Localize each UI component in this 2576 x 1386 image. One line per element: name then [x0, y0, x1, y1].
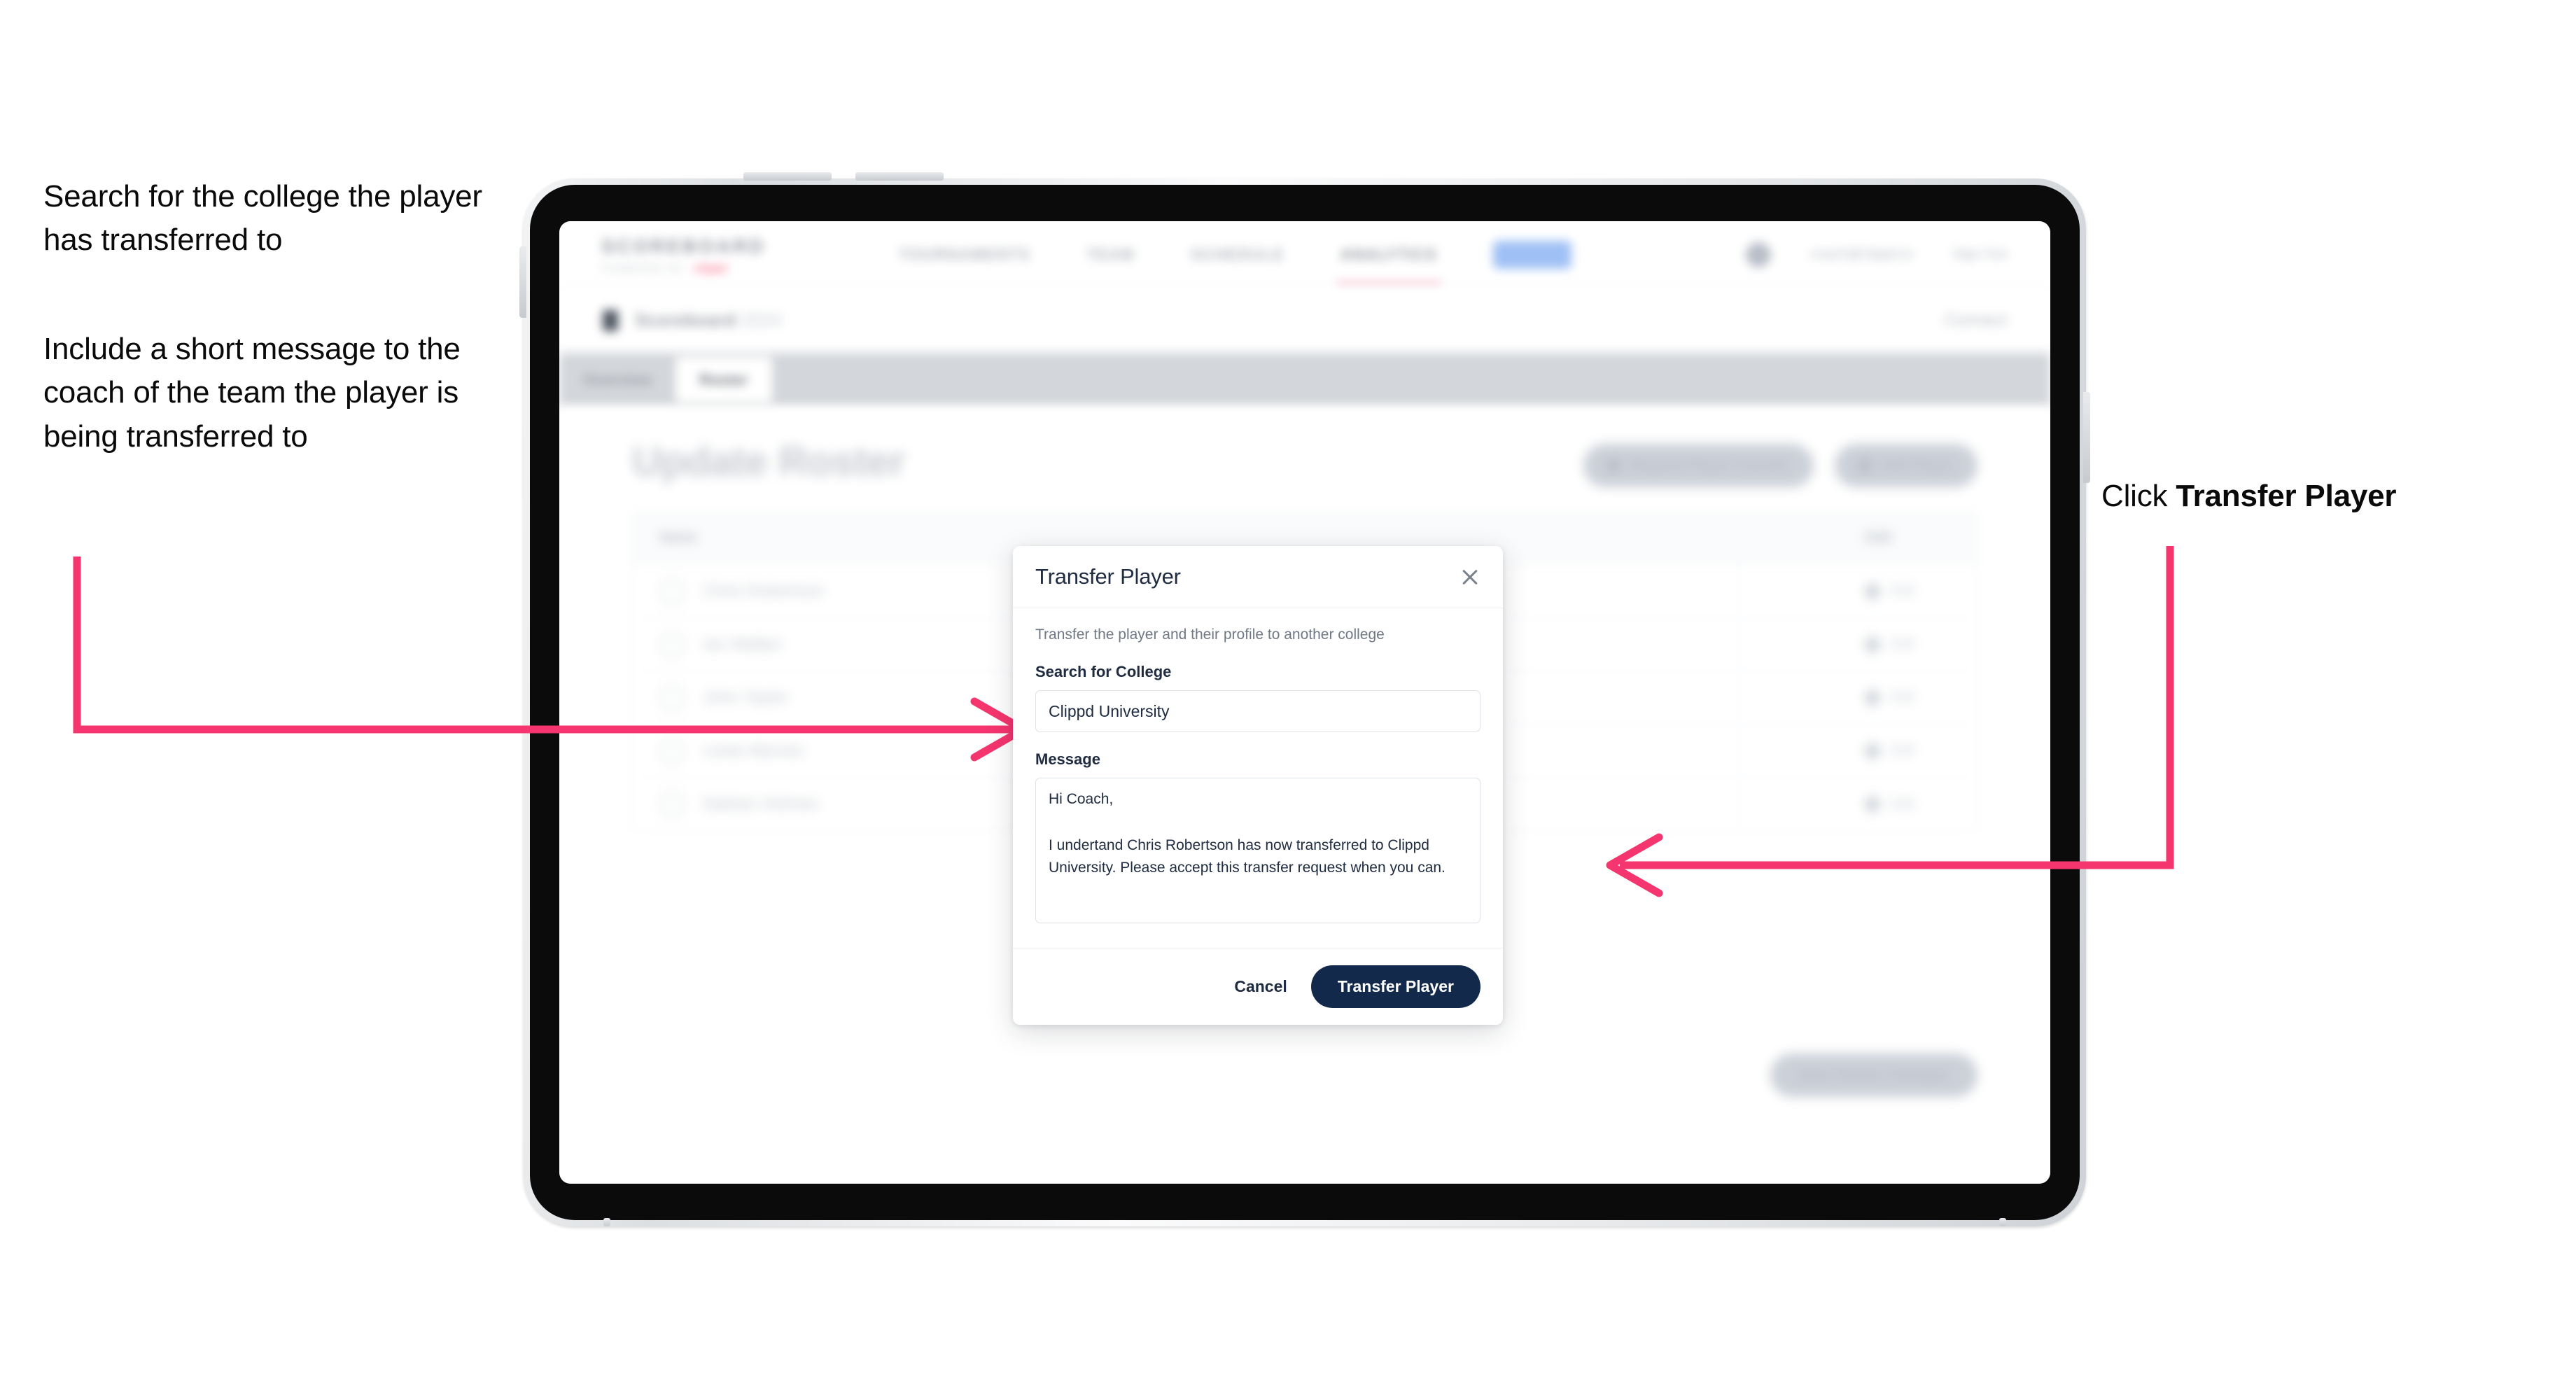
avatar [659, 578, 685, 604]
breadcrumb-action[interactable]: Connect [1945, 311, 2007, 330]
message-textarea[interactable] [1035, 778, 1480, 923]
player-name: Nathan Holmes [703, 794, 819, 813]
edit-label: Edit [1891, 583, 1915, 598]
breadcrumb-bar: Scoreboard 2024 Connect [559, 288, 2050, 353]
edit-label: Edit [1891, 690, 1915, 705]
sign-out-link[interactable]: Sign Out [1952, 246, 2007, 262]
edit-label: Edit [1891, 636, 1915, 652]
trophy-icon [603, 309, 618, 331]
brand-clippd: clippd [693, 262, 727, 274]
roster-edit-cell[interactable]: Edit [1739, 724, 1977, 777]
college-field-label: Search for College [1035, 663, 1172, 680]
edit-label: Edit [1891, 796, 1915, 812]
transfer-player-dialog: Transfer Player Transfer the player and … [1013, 546, 1503, 1025]
roster-edit-cell[interactable]: Edit [1739, 618, 1977, 671]
annotation-click-prefix: Click [2101, 479, 2176, 513]
pencil-icon [1862, 794, 1883, 815]
player-name: Lewis Barnes [703, 741, 804, 760]
close-icon[interactable] [1458, 565, 1482, 589]
user-email: coach@clippd.io [1810, 246, 1914, 262]
roster-edit-cell[interactable]: Edit [1739, 671, 1977, 724]
column-header-edit: Edit [1739, 512, 1977, 564]
screenshot-stage: Search for the college the player has tr… [0, 0, 2576, 1386]
edit-label: Edit [1891, 743, 1915, 758]
dialog-description: Transfer the player and their profile to… [1035, 626, 1385, 643]
annotation-include-message: Include a short message to the coach of … [43, 332, 461, 454]
nav-link-team[interactable]: TEAM [1086, 246, 1135, 264]
app-screen: SCOREBOARD POWERED BY clippd TOURNAMENTS… [559, 221, 2050, 1184]
device-power-button [855, 172, 944, 181]
annotation-click-transfer: Click Transfer Player [2101, 475, 2535, 518]
brand-subline: POWERED BY clippd [601, 262, 766, 274]
search-college-input[interactable] [1035, 690, 1480, 732]
tablet-device-frame: SCOREBOARD POWERED BY clippd TOURNAMENTS… [524, 178, 2086, 1226]
tab-roster[interactable]: Roster [675, 357, 772, 403]
transfer-icon [1606, 459, 1620, 472]
pencil-icon [1862, 634, 1883, 654]
player-name: Chris Robertson [703, 581, 825, 601]
nav-link-tournaments[interactable]: TOURNAMENTS [899, 246, 1030, 264]
save-roster-label: Save Roster Changes [1798, 1067, 1949, 1083]
request-transfer-label: Request Player Transfer [1629, 457, 1790, 473]
nav-link-roster[interactable] [1493, 240, 1572, 269]
breadcrumb-sub: 2024 [741, 309, 782, 330]
cancel-button[interactable]: Cancel [1234, 977, 1287, 996]
dialog-title: Transfer Player [1035, 564, 1181, 589]
brand-wordmark: SCOREBOARD [601, 235, 766, 257]
header-actions: Request Player Transfer Add Player [1583, 444, 1977, 487]
tab-bar: Overview Roster [559, 353, 2050, 407]
top-navigation-bar: SCOREBOARD POWERED BY clippd TOURNAMENTS… [559, 221, 2050, 288]
add-player-label: Add Player [1880, 457, 1954, 473]
device-side-button-left [519, 246, 526, 318]
page-title: Update Roster [632, 439, 905, 484]
brand-powered-by: POWERED BY [601, 262, 685, 274]
nav-link-schedule[interactable]: SCHEDULE [1191, 246, 1284, 264]
annotation-click-target: Transfer Player [2176, 479, 2397, 513]
breadcrumb-label: Scoreboard [635, 309, 736, 330]
avatar [659, 685, 685, 710]
device-bottom-notch-left [603, 1218, 610, 1226]
request-player-transfer-button[interactable]: Request Player Transfer [1583, 444, 1814, 487]
message-field-label: Message [1035, 750, 1100, 768]
pencil-icon [1862, 741, 1883, 761]
add-player-button[interactable]: Add Player [1834, 444, 1977, 487]
tablet-bezel: SCOREBOARD POWERED BY clippd TOURNAMENTS… [530, 185, 2080, 1220]
transfer-player-button[interactable]: Transfer Player [1310, 965, 1480, 1008]
device-bottom-notch-right [1999, 1218, 2006, 1226]
nav-links: TOURNAMENTS TEAM SCHEDULE ANALYTICS [899, 240, 1572, 286]
device-side-button-right [2083, 392, 2090, 483]
nav-link-analytics[interactable]: ANALYTICS [1336, 246, 1442, 286]
column-header-name: Name [659, 530, 698, 545]
avatar [659, 792, 685, 817]
save-roster-changes-button[interactable]: Save Roster Changes [1770, 1054, 1977, 1097]
avatar [659, 738, 685, 764]
breadcrumb: Scoreboard 2024 [635, 309, 782, 331]
nav-right-cluster: coach@clippd.io Sign Out [1746, 241, 2007, 267]
dialog-footer: Cancel Transfer Player [1013, 948, 1503, 1025]
annotation-search-college: Search for the college the player has tr… [43, 179, 482, 258]
roster-edit-cell[interactable]: Edit [1739, 565, 1977, 617]
pencil-icon [1862, 581, 1883, 601]
tab-overview[interactable]: Overview [559, 353, 676, 407]
plus-icon [1858, 459, 1871, 472]
pencil-icon [1862, 687, 1883, 708]
player-name: John Taylor [703, 687, 789, 707]
roster-edit-cell[interactable]: Edit [1739, 778, 1977, 831]
dialog-body: Transfer the player and their profile to… [1013, 608, 1503, 948]
brand-logo: SCOREBOARD POWERED BY clippd [601, 236, 766, 274]
player-name: Ian Walker [703, 634, 783, 654]
avatar [659, 631, 685, 657]
device-volume-button [743, 172, 832, 181]
avatar[interactable] [1746, 241, 1772, 267]
dialog-header: Transfer Player [1013, 546, 1503, 608]
